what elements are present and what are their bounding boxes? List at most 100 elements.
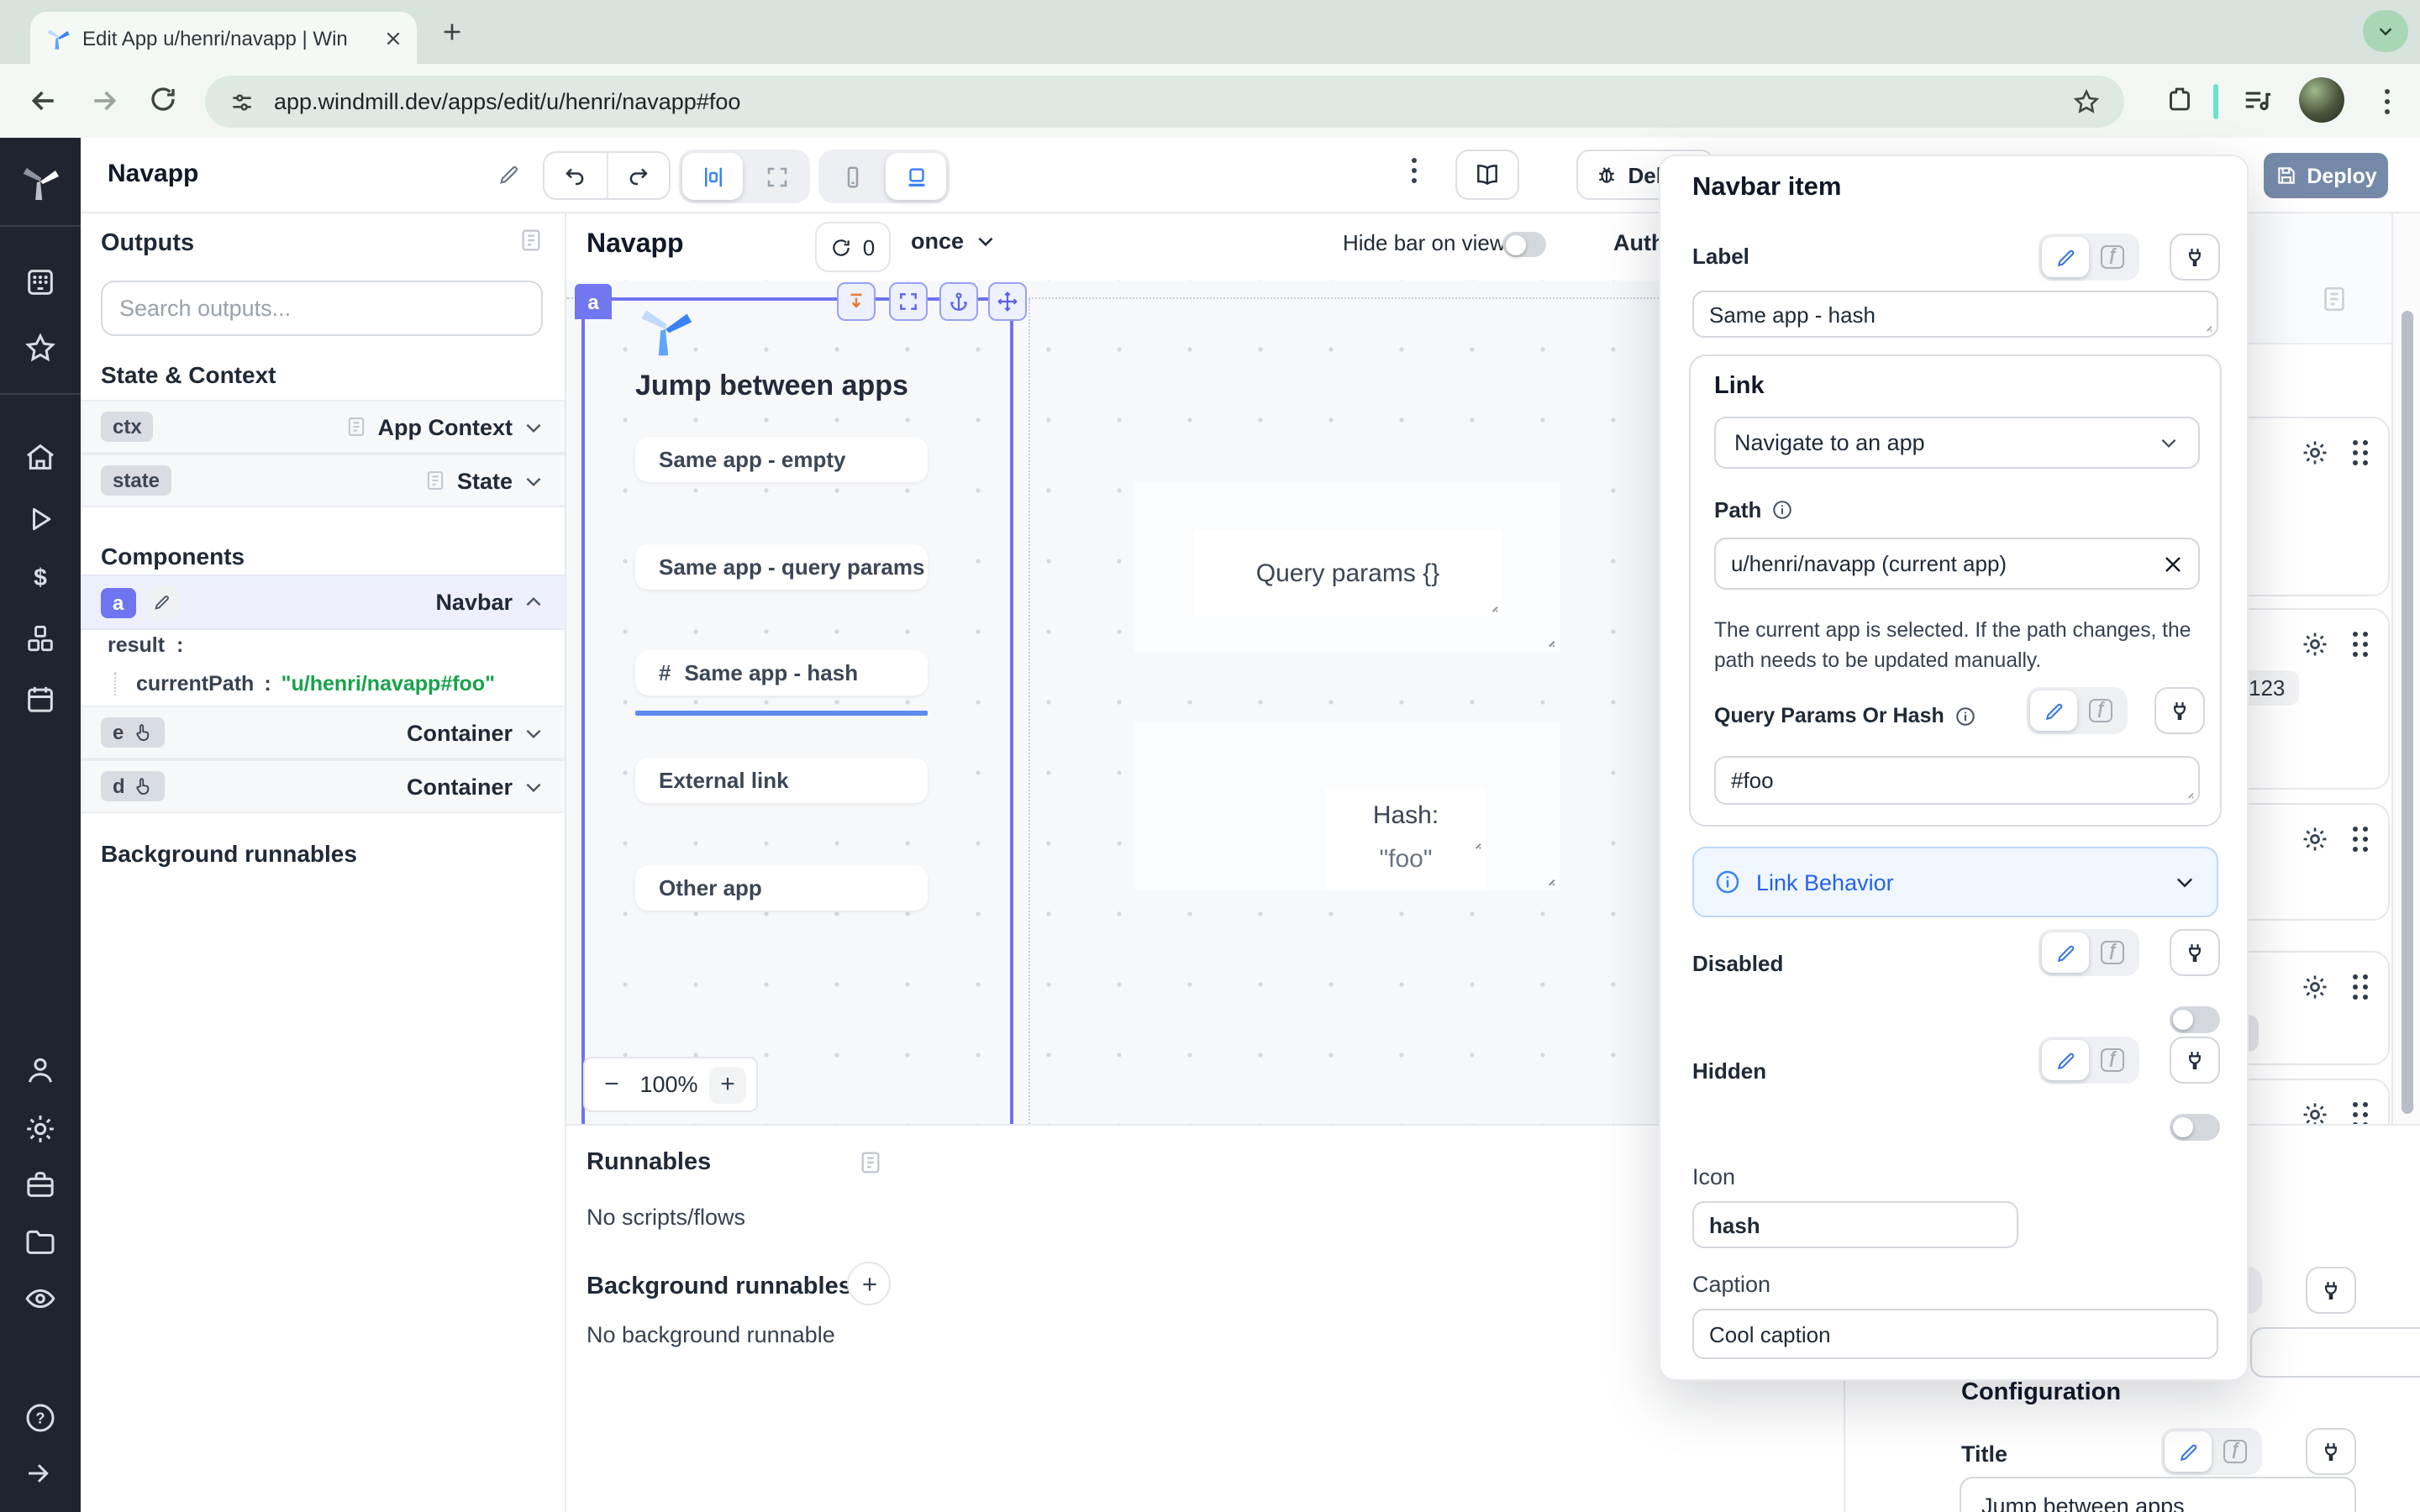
drag-handle-icon[interactable]: [2352, 440, 2368, 466]
bookmark-star-icon[interactable]: [2072, 87, 2101, 116]
icon-input[interactable]: hash: [1692, 1201, 2018, 1248]
drag-handle-icon[interactable]: [2352, 974, 2368, 1000]
fx-button[interactable]: ƒ: [2212, 1431, 2259, 1472]
nav-item-query-params[interactable]: Same app - query params: [635, 544, 928, 590]
connect-plug-button[interactable]: [2170, 234, 2220, 281]
zoom-in-button[interactable]: +: [709, 1066, 746, 1103]
media-playlist-icon[interactable]: [2242, 84, 2274, 116]
back-icon[interactable]: [27, 84, 60, 118]
users-icon[interactable]: [24, 1053, 57, 1087]
resize-grip-icon[interactable]: [1541, 872, 1556, 887]
tab-close-icon[interactable]: [385, 29, 402, 46]
extensions-icon[interactable]: [2165, 84, 2195, 114]
fx-button[interactable]: ƒ: [2077, 690, 2124, 731]
link-behavior-collapsible[interactable]: Link Behavior: [1692, 847, 2218, 917]
site-settings-icon[interactable]: [229, 88, 255, 115]
refresh-count-button[interactable]: 0: [815, 222, 891, 272]
outputs-doc-icon[interactable]: [518, 227, 544, 254]
browser-avatar[interactable]: [2299, 77, 2344, 123]
query-params-input[interactable]: #foo: [1714, 756, 2200, 805]
window-chevron-button[interactable]: [2363, 10, 2408, 52]
item-settings-gear-icon[interactable]: [2300, 825, 2328, 853]
new-tab-button[interactable]: [440, 20, 464, 44]
folders-icon[interactable]: [24, 1225, 57, 1258]
help-icon[interactable]: ?: [24, 1401, 57, 1435]
browser-tab[interactable]: Edit App u/henri/navapp | Win: [30, 12, 417, 64]
doc-icon[interactable]: [2319, 284, 2349, 314]
forward-icon[interactable]: [87, 84, 121, 118]
more-options-icon[interactable]: [1402, 158, 1425, 183]
textarea-resize-grip[interactable]: [2181, 786, 2195, 800]
home-icon[interactable]: [24, 440, 57, 474]
audit-eye-icon[interactable]: [24, 1282, 57, 1315]
settings-gear-icon[interactable]: [24, 1112, 57, 1146]
output-row-state[interactable]: state State: [81, 454, 565, 507]
navbar-result-tree[interactable]: result : currentPath : "u/henri/navapp#f…: [108, 633, 495, 696]
clear-x-icon[interactable]: [2163, 554, 2183, 574]
info-icon[interactable]: [1771, 499, 1793, 521]
schedules-calendar-icon[interactable]: [24, 682, 57, 716]
collapse-arrow-icon[interactable]: [24, 1458, 54, 1488]
rename-pencil-icon[interactable]: [145, 585, 179, 619]
zoom-out-button[interactable]: −: [595, 1066, 629, 1103]
static-pencil-button[interactable]: [2042, 237, 2089, 277]
info-icon[interactable]: [1954, 705, 1976, 727]
variables-dollar-icon[interactable]: $: [24, 561, 57, 595]
search-outputs-input[interactable]: [101, 281, 543, 336]
nav-item-hash[interactable]: # Same app - hash: [635, 650, 928, 696]
hash-text-component[interactable]: Hash: "foo": [1326, 788, 1486, 890]
disabled-toggle[interactable]: [2170, 1006, 2220, 1033]
workers-briefcase-icon[interactable]: [24, 1168, 57, 1201]
runs-play-icon[interactable]: [24, 502, 57, 536]
link-type-select[interactable]: Navigate to an app: [1714, 417, 2200, 469]
component-row-navbar[interactable]: a Navbar: [81, 575, 565, 630]
fx-button[interactable]: ƒ: [2089, 1040, 2136, 1080]
hidden-field-input[interactable]: [2250, 1327, 2420, 1378]
frequency-dropdown[interactable]: once: [911, 228, 996, 254]
fx-button[interactable]: ƒ: [2089, 237, 2136, 277]
panel-scrollbar-thumb[interactable]: [2402, 311, 2413, 1114]
resize-grip-icon[interactable]: [1541, 633, 1556, 648]
move-handle[interactable]: [988, 282, 1027, 321]
component-tag[interactable]: a: [575, 284, 612, 319]
runnables-doc-icon[interactable]: [857, 1149, 884, 1176]
query-params-text-component[interactable]: Query params {}: [1193, 529, 1502, 617]
static-pencil-button[interactable]: [2042, 1040, 2089, 1080]
windmill-logo[interactable]: [20, 161, 60, 202]
mobile-view-button[interactable]: [822, 153, 882, 200]
drag-handle-icon[interactable]: [2352, 632, 2368, 658]
label-input[interactable]: Same app - hash: [1692, 291, 2218, 338]
output-row-ctx[interactable]: ctx App Context: [81, 400, 565, 454]
centered-layout-button[interactable]: [682, 153, 743, 200]
chevron-down-icon[interactable]: [523, 470, 544, 491]
connect-plug-button[interactable]: [2306, 1428, 2356, 1475]
navbar-item-card[interactable]: [2237, 417, 2390, 596]
connect-plug-button[interactable]: [2306, 1267, 2356, 1314]
component-row-e[interactable]: e Container: [81, 706, 565, 759]
chevron-down-icon[interactable]: [523, 416, 544, 438]
resources-cubes-icon[interactable]: [24, 622, 57, 655]
chevron-down-icon[interactable]: [523, 775, 544, 797]
item-settings-gear-icon[interactable]: [2300, 1100, 2328, 1124]
textarea-resize-grip[interactable]: [2200, 319, 2213, 333]
add-background-runnable-button[interactable]: [847, 1262, 891, 1305]
navbar-item-card[interactable]: [2237, 951, 2390, 1065]
chevron-up-icon[interactable]: [523, 591, 544, 613]
expand-down-handle[interactable]: [837, 282, 876, 321]
apps-icon[interactable]: [24, 265, 57, 299]
item-settings-gear-icon[interactable]: [2300, 438, 2328, 467]
fx-button[interactable]: ƒ: [2089, 932, 2136, 973]
resize-grip-icon[interactable]: [1486, 600, 1499, 613]
favorites-star-icon[interactable]: [24, 331, 57, 365]
url-bar[interactable]: app.windmill.dev/apps/edit/u/henri/navap…: [205, 76, 2124, 128]
item-settings-gear-icon[interactable]: [2300, 973, 2328, 1001]
connect-plug-button[interactable]: [2170, 1037, 2220, 1084]
component-row-d[interactable]: d Container: [81, 759, 565, 813]
nav-item-other-app[interactable]: Other app: [635, 865, 928, 911]
anchor-handle[interactable]: [939, 282, 978, 321]
path-input[interactable]: u/henri/navapp (current app): [1714, 538, 2200, 590]
nav-item-empty[interactable]: Same app - empty: [635, 437, 928, 482]
navbar-item-card[interactable]: [2237, 803, 2390, 921]
deploy-button[interactable]: Deploy: [2264, 153, 2388, 198]
undo-button[interactable]: [544, 153, 608, 198]
